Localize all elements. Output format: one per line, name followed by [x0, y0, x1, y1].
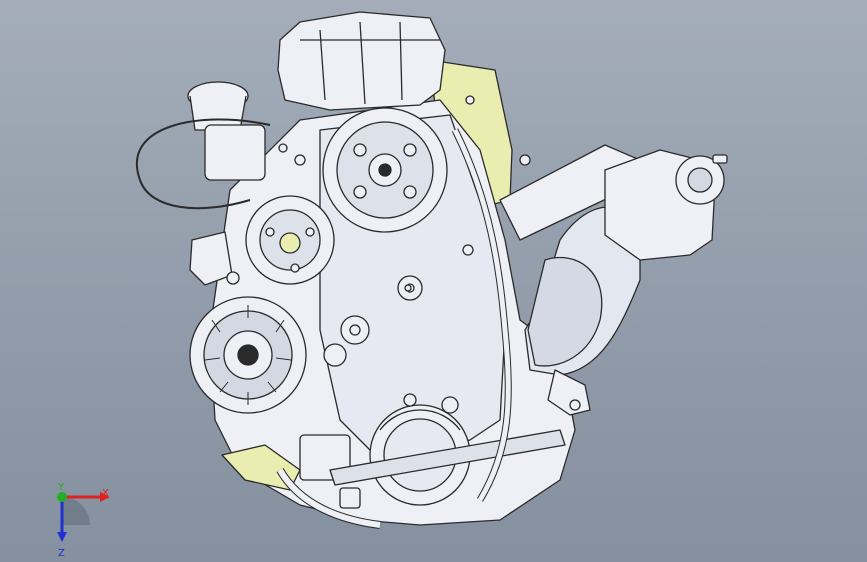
filler-bracket [204, 124, 266, 181]
graphics-viewport[interactable]: X Y Z [0, 0, 867, 562]
thermostat-housing [189, 231, 233, 286]
idler-pulley-2 [323, 343, 347, 367]
x-axis-label: X [102, 488, 109, 499]
triad-shadow [62, 497, 90, 525]
engine-assembly-model[interactable] [0, 0, 867, 562]
turbo-stud [712, 154, 728, 164]
coordinate-triad: X Y Z [57, 482, 110, 559]
y-axis [57, 492, 67, 502]
intake-plenum [277, 11, 446, 111]
y-axis-label: Y [57, 482, 65, 493]
z-axis-label: Z [58, 548, 65, 559]
